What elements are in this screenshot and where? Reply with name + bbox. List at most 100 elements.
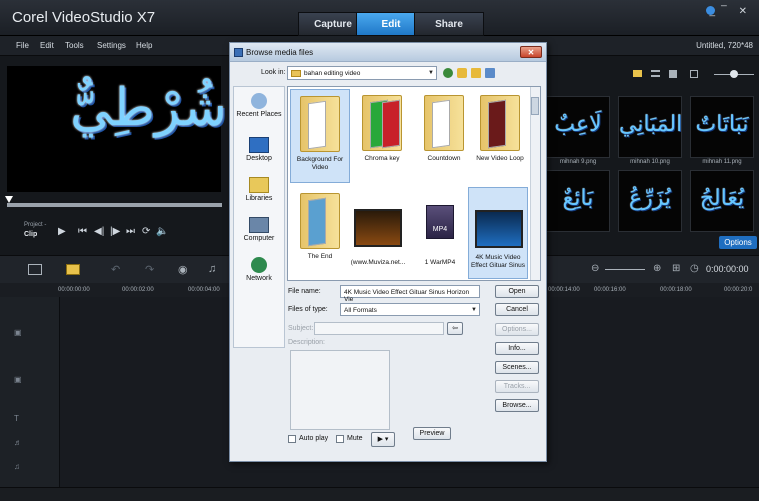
- zoom-out-icon[interactable]: ⊖: [591, 263, 599, 274]
- file-type-label: Files of type:: [288, 306, 328, 313]
- zoom-in-icon[interactable]: ⊕: [653, 263, 661, 274]
- library-thumb[interactable]: يُعَالِجُ: [690, 170, 754, 232]
- volume-icon[interactable]: 🔈: [156, 226, 168, 237]
- project-clip-toggle[interactable]: Project - Clip: [24, 220, 46, 240]
- file-item[interactable]: MP4 1 WarMP4: [410, 187, 470, 279]
- view-thumbnails-icon[interactable]: [633, 70, 642, 77]
- app-title: Corel VideoStudio X7: [12, 9, 156, 26]
- ruler-label: 00:00:02:00: [122, 287, 154, 293]
- up-folder-icon[interactable]: [457, 68, 467, 78]
- look-in-select[interactable]: bahan editing video ▼: [287, 66, 437, 80]
- file-label: (www.Muviza.net...: [350, 259, 406, 266]
- file-item[interactable]: (www.Muviza.net...: [348, 187, 408, 279]
- menu-help[interactable]: Help: [136, 41, 152, 50]
- go-start-icon[interactable]: ⏮: [78, 226, 87, 237]
- close-icon[interactable]: ✕: [520, 46, 542, 58]
- window-controls[interactable]: _ ̅ ✕: [710, 6, 754, 17]
- timeline-view-icon[interactable]: [66, 264, 80, 275]
- filter-icon[interactable]: [690, 70, 698, 78]
- storyboard-view-icon[interactable]: [28, 264, 42, 275]
- video-track-icon[interactable]: ▣: [14, 328, 22, 337]
- info-button[interactable]: Info...: [495, 342, 539, 355]
- dialog-app-icon: [234, 48, 243, 57]
- overlay-track-icon[interactable]: ▣: [14, 375, 22, 384]
- subject-apply-icon[interactable]: ⇦: [447, 322, 463, 335]
- menu-file[interactable]: File: [16, 41, 29, 50]
- preview-scrubber[interactable]: [7, 203, 222, 207]
- mute-checkbox[interactable]: [336, 435, 344, 443]
- place-network[interactable]: Network: [234, 257, 284, 282]
- thumb-art: المَبَانِي: [619, 112, 681, 137]
- play-icon[interactable]: ▶ ▾: [371, 432, 395, 447]
- library-thumb[interactable]: المَبَانِي: [618, 96, 682, 158]
- thumb-caption: mihnah 9.png: [559, 159, 597, 165]
- file-type-select[interactable]: All Formats ▼: [340, 303, 480, 316]
- file-item[interactable]: Background For Video: [290, 89, 350, 183]
- video-thumbnail-icon: [354, 209, 402, 247]
- subject-input[interactable]: [314, 322, 444, 335]
- file-label: The End: [307, 253, 333, 260]
- ruler-label: 00:00:18:00: [660, 287, 692, 293]
- place-label: Libraries: [245, 195, 273, 202]
- next-frame-icon[interactable]: |▶: [110, 226, 120, 237]
- music-track-icon[interactable]: ♫: [14, 462, 20, 471]
- scrollbar-thumb[interactable]: [531, 97, 539, 115]
- place-libraries[interactable]: Libraries: [234, 177, 284, 202]
- open-button[interactable]: Open: [495, 285, 539, 298]
- view-menu-icon[interactable]: [485, 68, 495, 78]
- tracks-button[interactable]: Tracks...: [495, 380, 539, 393]
- folder-icon: [291, 70, 301, 77]
- menu-edit[interactable]: Edit: [40, 41, 54, 50]
- redo-icon[interactable]: ↷: [145, 263, 154, 276]
- title-track-icon[interactable]: T: [14, 414, 19, 423]
- thumbnail-size-handle[interactable]: [730, 70, 738, 78]
- options-button[interactable]: Options: [719, 236, 757, 249]
- place-recent[interactable]: Recent Places: [234, 93, 284, 118]
- library-thumb[interactable]: لَاعِبٌ: [546, 96, 610, 158]
- auto-play-checkbox[interactable]: [288, 435, 296, 443]
- description-box[interactable]: [290, 350, 390, 430]
- file-name-label: File name:: [288, 288, 321, 295]
- browse-media-dialog: Browse media files ✕ Look in: bahan edit…: [229, 42, 547, 462]
- repeat-icon[interactable]: ⟳: [142, 226, 150, 237]
- previous-frame-icon[interactable]: ◀|: [94, 226, 104, 237]
- file-label: New Video Loop: [476, 155, 524, 162]
- thumb-art: بَائِعٌ: [562, 186, 594, 211]
- file-item[interactable]: The End: [290, 187, 350, 279]
- library-thumb[interactable]: يُزَرِّعُ: [618, 170, 682, 232]
- audio-mixer-icon[interactable]: ♫: [208, 263, 216, 275]
- menu-settings[interactable]: Settings: [97, 41, 126, 50]
- preview-button[interactable]: Preview: [413, 427, 451, 440]
- place-desktop[interactable]: Desktop: [234, 137, 284, 162]
- cancel-button[interactable]: Cancel: [495, 303, 539, 316]
- place-computer[interactable]: Computer: [234, 217, 284, 242]
- library-thumb[interactable]: بَائِعٌ: [546, 170, 610, 232]
- file-name-input[interactable]: 4K Music Video Effect Gituar Sinus Horiz…: [340, 285, 480, 303]
- voice-track-icon[interactable]: ♬: [14, 438, 22, 447]
- library-thumb[interactable]: نَبَاتَاتٌ: [690, 96, 754, 158]
- scrubber-handle[interactable]: [5, 196, 13, 203]
- file-item[interactable]: New Video Loop: [470, 89, 530, 183]
- go-end-icon[interactable]: ⏭: [126, 226, 135, 237]
- zoom-slider[interactable]: [605, 269, 645, 270]
- places-bar: Recent Places Desktop Libraries Computer…: [233, 86, 285, 348]
- record-capture-icon[interactable]: ◉: [178, 263, 188, 276]
- menu-tools[interactable]: Tools: [65, 41, 84, 50]
- browse-button[interactable]: Browse...: [495, 399, 539, 412]
- new-folder-icon[interactable]: [471, 68, 481, 78]
- mute-label: Mute: [347, 435, 363, 442]
- play-icon[interactable]: ▶: [58, 226, 66, 237]
- file-item[interactable]: Countdown: [414, 89, 474, 183]
- scenes-button[interactable]: Scenes...: [495, 361, 539, 374]
- file-item[interactable]: 4K Music Video Effect Gituar Sinus: [468, 187, 528, 279]
- sort-icon[interactable]: [669, 70, 677, 78]
- fit-project-icon[interactable]: ⊞: [672, 263, 680, 274]
- thumb-art: يُزَرِّعُ: [628, 186, 671, 211]
- options-button-dialog[interactable]: Options...: [495, 323, 539, 336]
- file-list-scrollbar[interactable]: [530, 87, 540, 280]
- back-icon[interactable]: [443, 68, 453, 78]
- tab-share[interactable]: Share: [414, 12, 484, 36]
- file-item[interactable]: Chroma key: [352, 89, 412, 183]
- undo-icon[interactable]: ↶: [111, 263, 120, 276]
- view-list-icon[interactable]: [651, 70, 660, 77]
